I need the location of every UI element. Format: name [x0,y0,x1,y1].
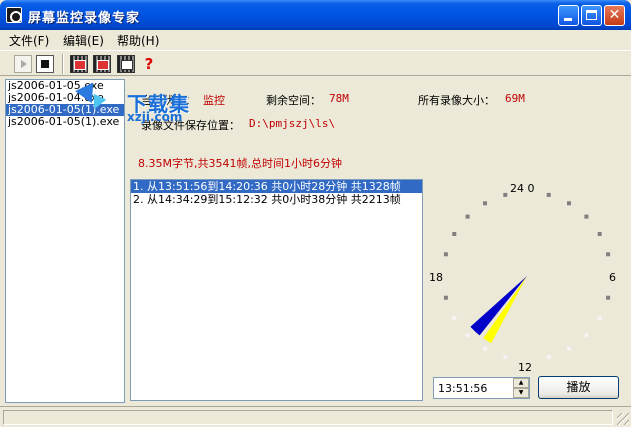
resize-grip[interactable] [617,413,629,425]
recording-file-list[interactable]: js2006-01-05.exe js2006-01-04.exe js2006… [5,79,125,403]
clock-hour-dot [483,201,487,206]
maximize-button[interactable] [581,5,602,26]
list-item[interactable]: js2006-01-05(1).exe [6,104,124,116]
total-size-label: 所有录像大小： [418,94,495,107]
toolbar-separator [62,54,64,74]
watermark-url: xzji.com [127,110,183,124]
total-size-value: 69M [505,92,525,105]
film-icon[interactable] [70,55,88,73]
clock-hour-dot [584,333,589,338]
clock-hour-dot [443,252,448,257]
timeline-clock: 24 0 6 12 18 [427,179,627,374]
current-status-value: 监控 [203,94,225,107]
toolbar: ? [0,50,631,76]
clock-hour-dot [606,295,611,300]
title-bar[interactable]: 屏幕监控录像专家 ✕ [0,0,631,30]
list-item[interactable]: js2006-01-04.exe [6,92,124,104]
clock-hour-dot [452,232,457,236]
info-panel: 当前状态： 监控 剩余空间： 78M 所有录像大小： 69M 录像文件保存位置：… [129,79,626,179]
clock-label-top: 24 0 [510,182,535,195]
minimize-icon [564,18,572,21]
clock-hour-dot [597,232,602,236]
menu-file[interactable]: 文件(F) [9,32,49,49]
clock-hour-dot [567,201,571,206]
clock-hour-dot [483,346,487,351]
spin-up-icon[interactable]: ▲ [513,378,529,388]
film-icon[interactable] [117,55,135,73]
status-bar [0,406,631,427]
spin-down-icon[interactable]: ▼ [513,388,529,398]
clock-label-right: 6 [609,271,616,284]
clock-hour-dot [584,214,589,219]
clock-label-left: 18 [429,271,443,284]
clock-hour-dot [443,295,448,300]
time-spinner[interactable]: ▲ ▼ [513,378,529,398]
app-icon [6,7,22,23]
free-space-value: 78M [329,92,349,105]
list-item[interactable]: js2006-01-05(1).exe [6,116,124,128]
film-icon[interactable] [93,55,111,73]
clock-hour-dot [503,355,508,360]
clock-hour-dot [465,214,470,219]
clock-hour-dot [465,333,470,338]
play-button[interactable]: 播放 [538,376,619,399]
clock-hour-dot [452,316,457,320]
table-row[interactable]: 1. 从13:51:56到14:20:36 共0小时28分钟 共1328帧 [131,180,422,193]
clock-hour-dot [597,316,602,320]
help-icon[interactable]: ? [140,55,158,73]
close-button[interactable]: ✕ [604,5,625,26]
minimize-button[interactable] [558,5,579,26]
table-row[interactable]: 2. 从14:34:29到15:12:32 共0小时38分钟 共2213帧 [131,193,422,206]
save-path-value: D:\pmjszj\ls\ [249,117,336,130]
menu-help[interactable]: 帮助(H) [117,32,159,49]
clock-hour-dot [546,355,551,360]
close-icon: ✕ [608,7,621,23]
clock-label-bottom: 12 [518,361,532,374]
clock-hour-dot [567,346,571,351]
menu-edit[interactable]: 编辑(E) [63,32,104,49]
clock-hour-dot [503,192,508,197]
clock-hour-dot [546,192,551,197]
maximize-icon [586,10,597,20]
list-item[interactable]: js2006-01-05.exe [6,80,124,92]
status-pane [3,410,613,425]
window-title: 屏幕监控录像专家 [28,11,141,26]
segment-list[interactable]: 1. 从13:51:56到14:20:36 共0小时28分钟 共1328帧 2.… [130,179,423,401]
clock-hour-dot [606,252,611,257]
clock-face [443,192,611,360]
play-icon[interactable] [14,55,32,73]
recording-summary: 8.35M字节,共3541帧,总时间1小时6分钟 [138,157,342,170]
free-space-label: 剩余空间： [266,94,321,107]
stop-icon[interactable] [36,55,54,73]
menu-bar: 文件(F) 编辑(E) 帮助(H) [0,30,631,50]
